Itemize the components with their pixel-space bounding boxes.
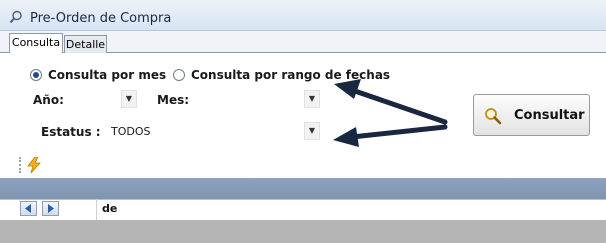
search-icon — [484, 107, 502, 125]
nav-next-button[interactable] — [42, 201, 59, 216]
tab-consulta[interactable]: Consulta — [9, 33, 63, 53]
nav-prev-button[interactable] — [20, 201, 37, 216]
nav-next-icon — [48, 204, 54, 213]
grid-navigation-bar — [0, 199, 606, 221]
toolbar-grip[interactable] — [19, 157, 23, 173]
grid-header-band — [0, 178, 606, 199]
consultar-button-label: Consultar — [514, 108, 585, 123]
page-of-label: de — [102, 202, 118, 215]
nav-prev-icon — [25, 204, 31, 213]
nav-separator — [96, 199, 97, 220]
arrow-to-estatus — [333, 124, 448, 147]
grid-body — [0, 220, 606, 243]
lightning-icon[interactable] — [27, 157, 41, 173]
toolbar — [0, 152, 606, 178]
arrow-to-rango — [334, 79, 448, 125]
consultar-button[interactable]: Consultar — [473, 94, 590, 136]
